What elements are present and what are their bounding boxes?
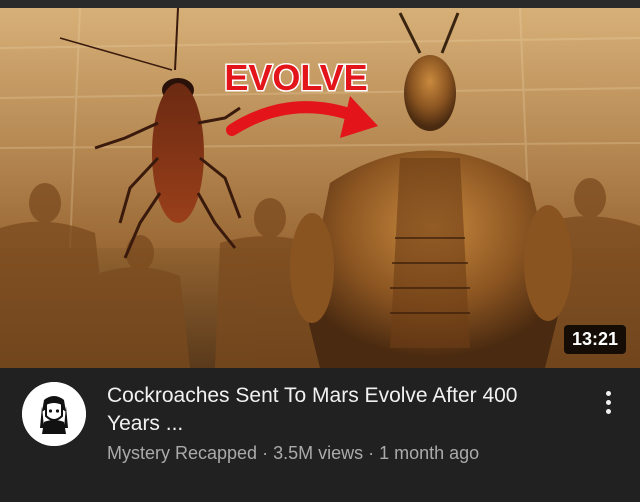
thumbnail-artwork: EVOLVE (0, 8, 640, 368)
video-metadata: Mystery Recapped · 3.5M views · 1 month ago (107, 441, 567, 465)
video-info-row: Cockroaches Sent To Mars Evolve After 40… (0, 368, 640, 502)
top-edge-bar (0, 0, 640, 8)
meta-separator: · (368, 443, 375, 463)
channel-avatar-icon (22, 382, 86, 446)
more-options-button[interactable] (596, 384, 620, 420)
channel-avatar[interactable] (22, 382, 86, 446)
video-thumbnail[interactable]: EVOLVE 13:21 (0, 8, 640, 368)
video-duration-badge: 13:21 (563, 325, 626, 354)
upload-age: 1 month ago (379, 443, 480, 463)
vertical-ellipsis-icon (605, 390, 611, 396)
channel-name[interactable]: Mystery Recapped (107, 443, 257, 463)
meta-separator: · (262, 443, 269, 463)
video-title[interactable]: Cockroaches Sent To Mars Evolve After 40… (107, 382, 567, 438)
view-count: 3.5M views (273, 443, 364, 463)
thumbnail-overlay-text: EVOLVE (224, 57, 367, 98)
